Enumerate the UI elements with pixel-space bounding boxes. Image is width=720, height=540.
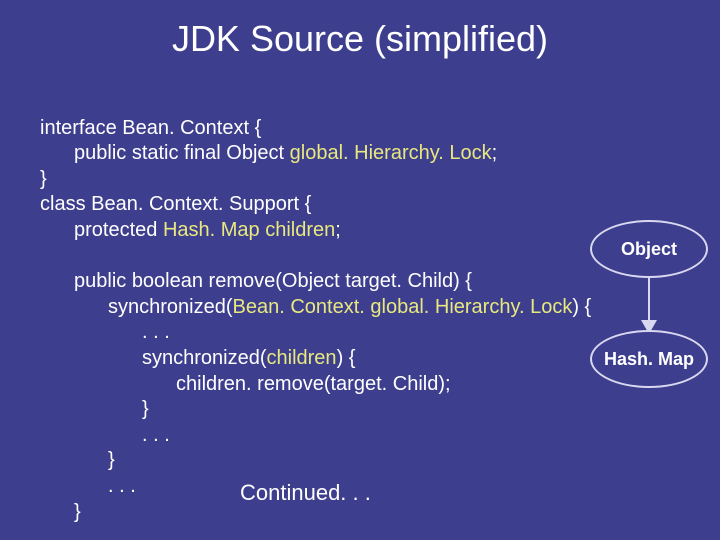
code-line: . . . — [40, 320, 170, 346]
diagram-node-hashmap: Hash. Map — [590, 330, 708, 388]
diagram-node-object: Object — [590, 220, 708, 278]
code-line: } — [40, 448, 115, 474]
continued-label: Continued. . . — [240, 480, 371, 506]
highlight: global. Hierarchy. Lock — [290, 142, 492, 164]
code-line: protected Hash. Map children; — [40, 218, 341, 244]
highlight: children — [267, 347, 337, 369]
code-line: synchronized(Bean. Context. global. Hier… — [40, 295, 591, 321]
code-line: interface Bean. Context { — [40, 117, 261, 139]
code-block: interface Bean. Context { public static … — [40, 90, 591, 540]
code-line: class Bean. Context. Support { — [40, 193, 311, 215]
code-line: } — [40, 500, 81, 526]
code-line: children. remove(target. Child); — [40, 372, 451, 398]
code-line: public boolean remove(Object target. Chi… — [40, 269, 472, 295]
highlight: Hash. Map children — [163, 219, 335, 241]
code-line: public static final Object global. Hiera… — [40, 141, 497, 167]
slide: JDK Source (simplified) interface Bean. … — [0, 0, 720, 540]
highlight: Bean. Context. global. Hierarchy. Lock — [233, 296, 573, 318]
code-line: . . . — [40, 423, 170, 449]
code-line: . . . — [40, 474, 136, 500]
slide-title: JDK Source (simplified) — [0, 0, 720, 70]
class-diagram: Object Hash. Map — [590, 220, 710, 400]
code-line: } — [40, 397, 149, 423]
code-line: } — [40, 168, 47, 190]
code-line: synchronized(children) { — [40, 346, 355, 372]
